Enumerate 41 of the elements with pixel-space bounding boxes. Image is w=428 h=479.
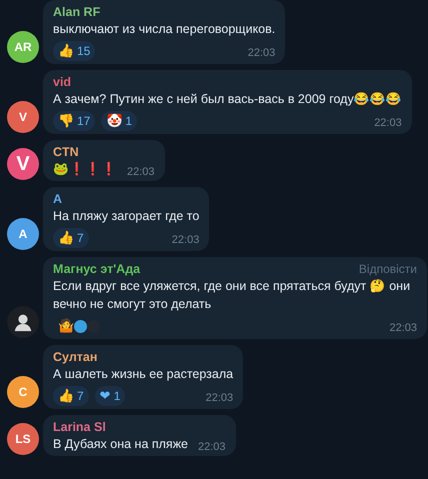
timestamp: 22:03 [374, 116, 402, 130]
avatar: V [7, 101, 39, 133]
avatar: LS [7, 423, 39, 455]
message-text: На пляжу загорает где то [53, 208, 200, 225]
message-text: Если вдруг все уляжется, где они все прятаться будут 🤔 они вечно не смогут это делать [53, 278, 412, 313]
reaction[interactable]: 🤡 1 [101, 111, 138, 131]
timestamp: 22:03 [127, 164, 155, 180]
reaction[interactable]: ❤ 1 [94, 386, 126, 406]
timestamp: 22:03 [389, 320, 417, 336]
reaction-emoji: 👎 [58, 112, 74, 130]
reaction-emoji: 👍 [58, 229, 74, 248]
avatar: AR [7, 31, 39, 63]
message-text: 🐸❗❗❗ [53, 161, 117, 178]
reaction-emoji: 👍 [58, 387, 74, 406]
message-text: В Дубаях она на пляже [53, 436, 188, 453]
avatar: С [7, 376, 39, 408]
timestamp: 22:03 [198, 440, 226, 454]
author-name: Alan RF [53, 4, 100, 20]
author-name: CTN [53, 144, 79, 160]
reaction-emoji: 👍 [58, 42, 74, 60]
reaction[interactable]: 👍 15 [53, 41, 96, 61]
author-name: vid [53, 74, 72, 90]
timestamp: 22:03 [172, 232, 200, 248]
reaction-emoji: 🤡 [106, 112, 122, 130]
message-text: А зачем? Путин же с ней был вась-вась в 2009 году😂😂😂 [53, 91, 402, 108]
reaction[interactable]: 👍 7 [53, 228, 89, 248]
author-name: Larina Sl [53, 419, 106, 435]
timestamp: 22:03 [206, 390, 234, 406]
logo-avatar: V [7, 148, 39, 180]
reaction[interactable]: 👍 7 [53, 386, 89, 406]
author-name: A [53, 191, 62, 207]
reaction-emoji: 🤷 [58, 317, 74, 336]
reaction-emoji: ❤ [100, 387, 111, 406]
author-name: Султан [53, 349, 98, 365]
message-text: выключают из числа переговорщиков. [53, 21, 276, 38]
reaction[interactable]: 🤷 [53, 316, 105, 336]
message-text: А шалеть жизнь ее растерзала [53, 366, 234, 383]
reaction[interactable]: 👎 17 [53, 111, 96, 131]
timestamp: 22:03 [248, 46, 276, 60]
author-name: Магнус эт'Ада [53, 261, 140, 277]
avatar: A [7, 218, 39, 250]
